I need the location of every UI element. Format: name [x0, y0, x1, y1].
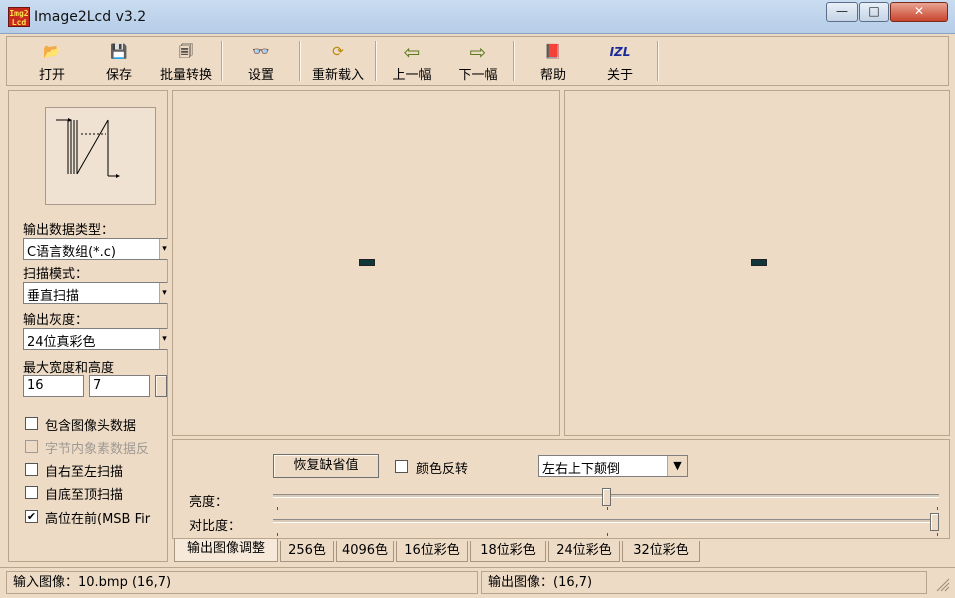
slider-tick	[277, 507, 278, 510]
scan-direction-icon	[56, 118, 120, 178]
open-folder-icon: 📂	[43, 44, 61, 60]
maximize-button[interactable]: □	[859, 2, 889, 22]
output-image-thumbnail	[751, 259, 767, 266]
output-image-status: 输出图像：(16,7)	[481, 571, 927, 594]
help-book-icon: 📕	[544, 44, 562, 60]
batch-convert-icon: 🗐	[179, 44, 193, 60]
input-image-preview[interactable]	[172, 90, 560, 436]
toolbar-separator	[657, 41, 659, 81]
output-image-preview[interactable]	[564, 90, 950, 436]
max-size-label: 最大宽度和高度	[23, 361, 115, 376]
title-bar[interactable]: Img2 Lcd Image2Lcd v3.2 — □ ✕	[0, 0, 955, 34]
chevron-down-icon[interactable]: ▾	[159, 283, 169, 303]
byte-pixel-reverse-checkbox[interactable]	[25, 440, 38, 453]
tab-24bit-color[interactable]: 24位彩色	[548, 541, 620, 562]
minimize-button[interactable]: —	[826, 2, 858, 22]
color-invert-label: 颜色反转	[416, 462, 469, 477]
arrow-right-icon: ⇨	[469, 40, 487, 64]
input-image-status: 输入图像：10.bmp (16,7)	[6, 571, 478, 594]
tab-32bit-color[interactable]: 32位彩色	[622, 541, 700, 562]
tab-4096-color[interactable]: 4096色	[336, 541, 394, 562]
scan-mode-label: 扫描模式：	[23, 267, 89, 282]
contrast-label: 对比度：	[189, 519, 242, 534]
right-to-left-label: 自右至左扫描	[45, 465, 124, 480]
settings-button[interactable]: 👓 设置	[225, 38, 297, 84]
scan-mode-select[interactable]: 垂直扫描	[23, 282, 167, 304]
tab-16bit-color[interactable]: 16位彩色	[396, 541, 468, 562]
right-to-left-checkbox[interactable]	[25, 463, 38, 476]
help-button[interactable]: 📕 帮助	[519, 38, 587, 84]
restore-defaults-button[interactable]: 恢复缺省值	[273, 454, 379, 478]
bottom-to-top-checkbox[interactable]	[25, 486, 38, 499]
slider-tick	[937, 507, 938, 510]
contrast-slider[interactable]	[273, 519, 939, 523]
status-bar: 输入图像：10.bmp (16,7) 输出图像：(16,7)	[0, 567, 955, 598]
toolbar-separator	[221, 41, 223, 81]
brightness-label: 亮度：	[189, 495, 229, 510]
slider-tick	[607, 533, 608, 536]
app-icon: Img2 Lcd	[8, 7, 30, 27]
toolbar-separator	[513, 41, 515, 81]
brightness-slider-thumb[interactable]	[601, 488, 611, 506]
toolbar-separator	[299, 41, 301, 81]
image-adjust-panel: 恢复缺省值 颜色反转 左右上下颠倒 ▼ 亮度： 对比度：	[172, 439, 950, 539]
tab-output-adjust[interactable]: 输出图像调整	[174, 539, 278, 562]
toolbar-separator	[375, 41, 377, 81]
slider-tick	[937, 533, 938, 536]
byte-pixel-reverse-label: 字节内象素数据反	[45, 442, 150, 457]
chevron-down-icon[interactable]: ▾	[159, 329, 169, 349]
size-apply-button[interactable]	[155, 375, 167, 397]
batch-convert-button[interactable]: 🗐 批量转换	[153, 38, 219, 84]
output-type-select[interactable]: C语言数组(*.c)	[23, 238, 167, 260]
next-image-button[interactable]: ⇨ 下一幅	[445, 38, 511, 84]
color-invert-checkbox[interactable]	[395, 460, 408, 473]
glasses-icon: 👓	[252, 44, 270, 60]
floppy-disk-icon: 💾	[110, 44, 128, 60]
izl-logo-icon: IZL	[609, 45, 631, 59]
settings-panel: 输出数据类型： C语言数组(*.c) ▾ 扫描模式： 垂直扫描 ▾ 输出灰度： …	[8, 90, 169, 562]
window-title: Image2Lcd v3.2	[34, 9, 147, 25]
output-type-label: 输出数据类型：	[23, 223, 115, 238]
arrow-left-icon: ⇦	[403, 40, 421, 64]
slider-tick	[277, 533, 278, 536]
about-button[interactable]: IZL 关于	[585, 38, 655, 84]
tab-256-color[interactable]: 256色	[280, 541, 334, 562]
gray-level-label: 输出灰度：	[23, 313, 89, 328]
slider-tick	[607, 507, 608, 510]
msb-first-checkbox[interactable]: ✔	[25, 510, 38, 523]
toolbar: 📂 打开 💾 保存 🗐 批量转换 👓 设置 ⟳ 重新载入 ⇦ 上一幅 ⇨ 下一幅…	[6, 36, 949, 86]
msb-first-label: 高位在前(MSB Fir	[45, 512, 151, 527]
scan-mode-diagram	[45, 107, 156, 205]
include-header-label: 包含图像头数据	[45, 419, 137, 434]
reload-icon: ⟳	[332, 44, 344, 60]
open-button[interactable]: 📂 打开	[13, 38, 91, 84]
reload-button[interactable]: ⟳ 重新载入	[303, 38, 373, 84]
chevron-down-icon[interactable]: ▾	[159, 239, 169, 259]
resize-grip-icon[interactable]	[932, 574, 950, 592]
tab-18bit-color[interactable]: 18位彩色	[470, 541, 546, 562]
close-button[interactable]: ✕	[890, 2, 948, 22]
input-image-thumbnail	[359, 259, 375, 266]
flip-mode-select[interactable]: 左右上下颠倒	[538, 455, 688, 477]
bottom-to-top-label: 自底至顶扫描	[45, 488, 124, 503]
max-height-input[interactable]: 7	[89, 375, 150, 397]
chevron-down-icon[interactable]: ▼	[667, 456, 687, 476]
max-width-input[interactable]: 16	[23, 375, 84, 397]
save-button[interactable]: 💾 保存	[81, 38, 157, 84]
gray-level-select[interactable]: 24位真彩色	[23, 328, 167, 350]
previous-image-button[interactable]: ⇦ 上一幅	[379, 38, 445, 84]
include-header-checkbox[interactable]	[25, 417, 38, 430]
contrast-slider-thumb[interactable]	[930, 513, 939, 531]
